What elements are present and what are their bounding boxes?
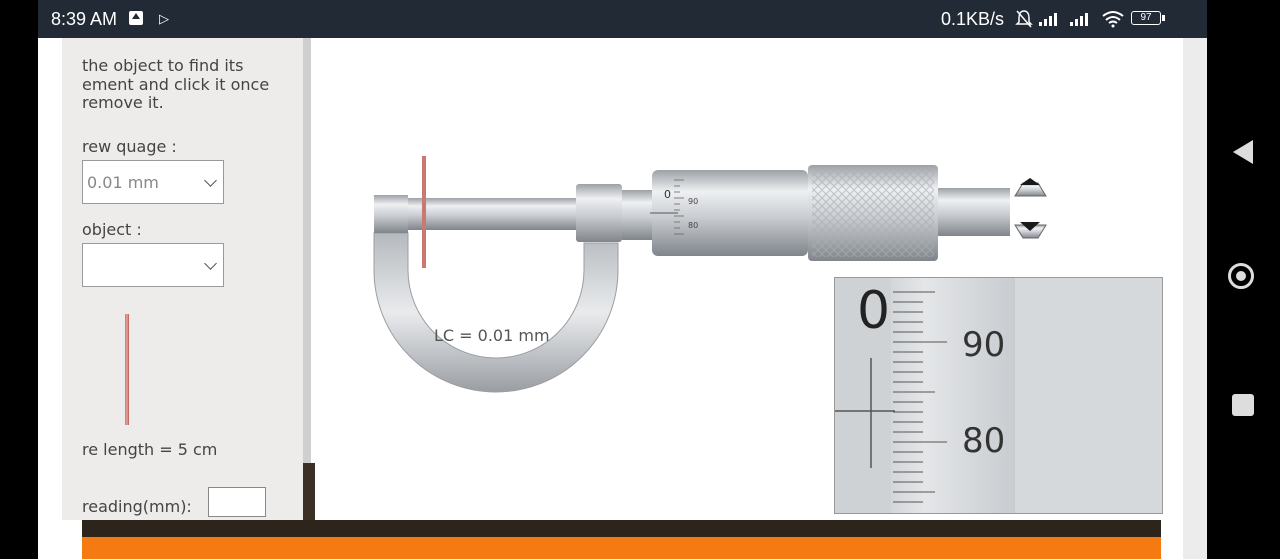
spindle xyxy=(408,198,578,230)
zoom-main-zero: 0 xyxy=(857,281,890,341)
zoom-label-80: 80 xyxy=(962,421,1005,461)
upload-icon xyxy=(129,11,143,25)
lock-nut xyxy=(576,184,622,242)
phone-screen: 8:39 AM ▷ 0.1KB/s 97 the object to find … xyxy=(38,0,1207,559)
frame-c-shape xyxy=(373,232,619,393)
anvil xyxy=(374,195,408,233)
zoom-view: 0 90 80 xyxy=(834,277,1163,514)
signal-icon xyxy=(1070,13,1088,26)
network-speed: 0.1KB/s xyxy=(941,9,1005,29)
back-icon[interactable] xyxy=(1233,140,1253,164)
page-right-margin xyxy=(1183,38,1207,559)
wifi-icon xyxy=(1102,11,1124,28)
status-bar: 8:39 AM ▷ 0.1KB/s 97 xyxy=(38,0,1207,38)
mute-bell-icon xyxy=(1015,10,1033,28)
battery-icon: 97 xyxy=(1131,11,1165,25)
zoom-scale: 0 90 80 xyxy=(835,278,1162,513)
recents-icon[interactable] xyxy=(1232,394,1254,416)
status-time: 8:39 AM xyxy=(51,9,118,29)
app-content: the object to find its ement and click i… xyxy=(38,38,1207,559)
home-icon[interactable] xyxy=(1228,263,1254,289)
thimble-small-80: 80 xyxy=(688,221,698,230)
thimble-small-90: 90 xyxy=(688,197,698,206)
footer-orange-strip xyxy=(82,537,1161,559)
wire-in-gauge xyxy=(422,156,426,268)
sleeve xyxy=(622,190,652,240)
thimble-small-zero: 0 xyxy=(664,188,671,201)
play-icon: ▷ xyxy=(159,11,169,26)
zoom-label-90: 90 xyxy=(962,325,1005,365)
least-count-label: LC = 0.01 mm xyxy=(434,326,550,345)
ratchet-cap xyxy=(938,188,1010,236)
footer-dark-strip xyxy=(82,520,1161,537)
signal-icon xyxy=(1039,13,1057,26)
